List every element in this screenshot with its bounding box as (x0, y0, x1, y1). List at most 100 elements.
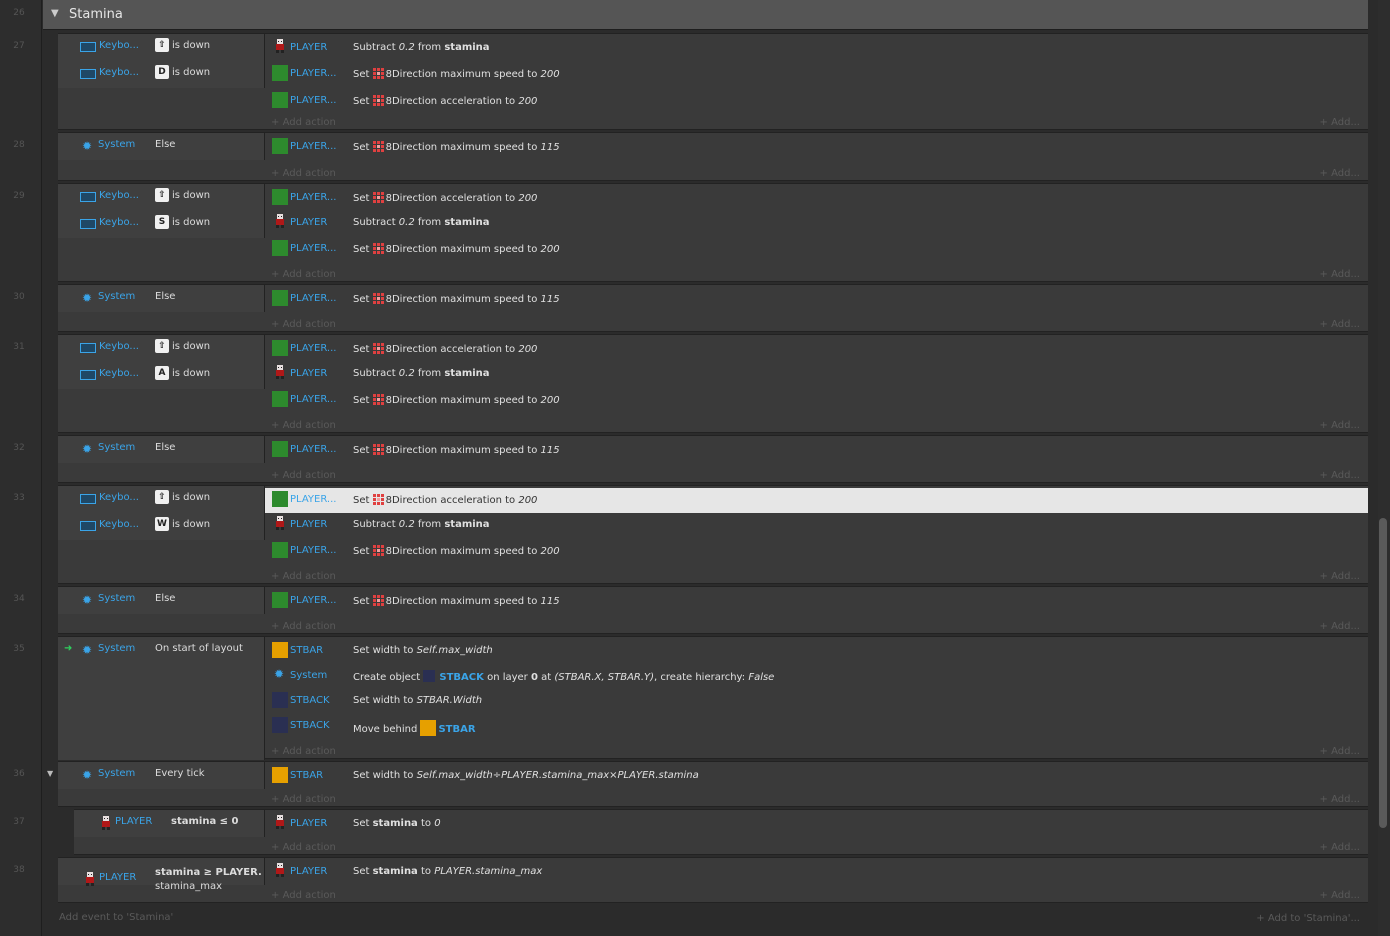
condition-object[interactable]: Keybo... (99, 368, 139, 379)
add-event-link[interactable]: Add event to 'Stamina' (59, 912, 173, 923)
action-object[interactable]: PLAYER... (290, 95, 336, 106)
conditions-area[interactable]: ✹ System Else (58, 587, 265, 614)
scrollbar-thumb[interactable] (1379, 518, 1387, 828)
action-row[interactable]: STBACK Move behind STBAR (265, 714, 1368, 739)
action-row[interactable]: STBAR Set width to Self.max_width (265, 639, 1368, 664)
condition-object[interactable]: System (98, 593, 135, 604)
collapse-triangle-icon[interactable]: ▼ (51, 8, 59, 19)
event-block[interactable]: ➜ ✹ System On start of layout STBAR Set width… (58, 636, 1368, 760)
action-row[interactable]: PLAYER Subtract 0.2 from stamina (265, 513, 1368, 538)
action-object[interactable]: PLAYER... (290, 192, 336, 203)
event-block[interactable]: ✹ System Else PLAYER... Set 8Direction maxim… (58, 435, 1368, 483)
action-object[interactable]: STBACK (290, 720, 330, 731)
condition-object[interactable]: System (98, 291, 135, 302)
conditions-area[interactable]: ✹ System Else (58, 436, 265, 463)
add-action-link[interactable]: + Add action (271, 621, 336, 632)
action-object[interactable]: PLAYER... (290, 141, 336, 152)
action-row[interactable]: PLAYER... Set 8Direction acceleration to … (265, 186, 1368, 211)
event-block[interactable]: ✹ System Else PLAYER... Set 8Direction maxim… (58, 586, 1368, 634)
add-button[interactable]: + Add... (1320, 842, 1360, 853)
action-row[interactable]: PLAYER... Set 8Direction maximum speed to… (265, 589, 1368, 614)
condition-object[interactable]: System (98, 768, 135, 779)
condition-object[interactable]: Keybo... (99, 40, 139, 51)
action-object[interactable]: STBACK (290, 695, 330, 706)
condition-row[interactable]: Keybo... ⇧ is down (58, 184, 265, 211)
condition-object[interactable]: System (98, 643, 135, 654)
add-button[interactable]: + Add... (1320, 420, 1360, 431)
condition-row[interactable]: ✹ System Else (58, 436, 265, 463)
expand-triangle-icon[interactable]: ▼ (47, 769, 53, 778)
condition-object[interactable]: System (98, 139, 135, 150)
action-row[interactable]: PLAYER... Set 8Direction maximum speed to… (265, 287, 1368, 312)
condition-row[interactable]: Keybo... ⇧ is down (58, 34, 265, 61)
condition-object[interactable]: Keybo... (99, 190, 139, 201)
condition-object[interactable]: Keybo... (99, 492, 139, 503)
action-object[interactable]: PLAYER (290, 519, 327, 530)
add-action-link[interactable]: + Add action (271, 794, 336, 805)
add-button[interactable]: + Add... (1320, 571, 1360, 582)
condition-row[interactable]: Keybo... Sis down (58, 211, 265, 238)
conditions-area[interactable]: ✹ System Every tick (58, 762, 265, 789)
conditions-area[interactable]: PLAYER stamina ≤ 0 (74, 810, 265, 837)
add-action-link[interactable]: + Add action (271, 319, 336, 330)
event-block[interactable]: PLAYER stamina ≥ PLAYER. stamina_max PLAYE… (58, 857, 1368, 903)
add-action-link[interactable]: + Add action (271, 269, 336, 280)
condition-row[interactable]: ✹ System Else (58, 285, 265, 312)
conditions-area[interactable]: ✹ System Else (58, 285, 265, 312)
conditions-area[interactable]: Keybo... ⇧ is down Keybo... Sis down (58, 184, 265, 238)
condition-object[interactable]: Keybo... (99, 519, 139, 530)
conditions-area[interactable]: PLAYER stamina ≥ PLAYER. stamina_max (58, 858, 265, 892)
add-action-link[interactable]: + Add action (271, 470, 336, 481)
condition-row[interactable]: Keybo... Wis down (58, 513, 265, 540)
action-object[interactable]: PLAYER (290, 42, 327, 53)
action-row[interactable]: PLAYER Subtract 0.2 from stamina (265, 36, 1368, 61)
event-block[interactable]: ✹ System Every tick STBAR Set width to Self.… (58, 761, 1368, 807)
action-object[interactable]: PLAYER... (290, 595, 336, 606)
add-action-link[interactable]: + Add action (271, 746, 336, 757)
add-button[interactable]: + Add... (1320, 117, 1360, 128)
action-object[interactable]: PLAYER... (290, 545, 336, 556)
condition-object[interactable]: Keybo... (99, 67, 139, 78)
add-action-link[interactable]: + Add action (271, 420, 336, 431)
action-object[interactable]: PLAYER... (290, 343, 336, 354)
action-object[interactable]: STBAR (290, 645, 323, 656)
add-button[interactable]: + Add... (1320, 269, 1360, 280)
action-row[interactable]: PLAYER... Set 8Direction maximum speed to… (265, 539, 1368, 564)
action-row[interactable]: PLAYER... Set 8Direction maximum speed to… (265, 62, 1368, 87)
action-object[interactable]: PLAYER... (290, 243, 336, 254)
action-row[interactable]: PLAYER... Set 8Direction maximum speed to… (265, 438, 1368, 463)
action-object[interactable]: PLAYER (290, 368, 327, 379)
action-row[interactable]: PLAYER Set stamina to 0 (265, 812, 1368, 837)
action-object[interactable]: PLAYER (290, 818, 327, 829)
add-button[interactable]: + Add... (1320, 470, 1360, 481)
action-row[interactable]: PLAYER... Set 8Direction acceleration to … (265, 337, 1368, 362)
add-button[interactable]: + Add... (1320, 794, 1360, 805)
action-object[interactable]: PLAYER (290, 217, 327, 228)
action-row[interactable]: STBACK Set width to STBAR.Width (265, 689, 1368, 714)
event-block[interactable]: Keybo... ⇧ is down Keybo... Sis down PLAYER..… (58, 183, 1368, 282)
condition-row[interactable]: Keybo... ⇧ is down (58, 486, 265, 513)
add-to-group-link[interactable]: + Add to 'Stamina'... (1256, 913, 1360, 924)
add-action-link[interactable]: + Add action (271, 890, 336, 901)
action-row[interactable]: PLAYER... Set 8Direction maximum speed to… (265, 237, 1368, 262)
action-row[interactable]: ✹ System Create object STBACK on layer 0 a… (265, 664, 1368, 689)
condition-object[interactable]: PLAYER (115, 816, 152, 827)
add-button[interactable]: + Add... (1320, 168, 1360, 179)
action-row[interactable]: PLAYER... Set 8Direction acceleration to … (265, 89, 1368, 114)
add-button[interactable]: + Add... (1320, 621, 1360, 632)
condition-row[interactable]: Keybo... Ais down (58, 362, 265, 389)
condition-row[interactable]: Keybo... Dis down (58, 61, 265, 88)
condition-object[interactable]: PLAYER (99, 872, 136, 883)
event-block[interactable]: Keybo... ⇧ is down Keybo... Dis down PLAYER S… (58, 33, 1368, 130)
conditions-area[interactable]: Keybo... ⇧ is down Keybo... Ais down (58, 335, 265, 389)
action-row[interactable]: PLAYER Subtract 0.2 from stamina (265, 211, 1368, 236)
action-object[interactable]: STBAR (290, 770, 323, 781)
condition-row[interactable]: ➜ ✹ System On start of layout (58, 637, 265, 664)
add-action-link[interactable]: + Add action (271, 117, 336, 128)
condition-object[interactable]: System (98, 442, 135, 453)
action-object[interactable]: PLAYER (290, 866, 327, 877)
add-action-link[interactable]: + Add action (271, 168, 336, 179)
add-button[interactable]: + Add... (1320, 890, 1360, 901)
add-action-link[interactable]: + Add action (271, 571, 336, 582)
add-action-link[interactable]: + Add action (271, 842, 336, 853)
